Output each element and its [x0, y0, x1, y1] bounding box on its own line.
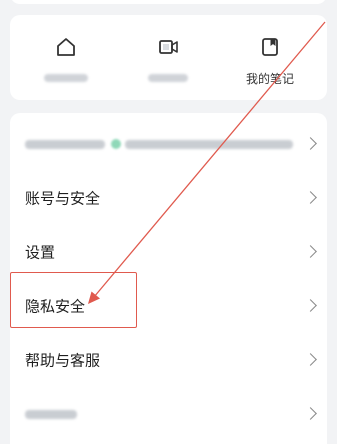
menu-row-help-support[interactable]: 帮助与客服 — [10, 333, 327, 387]
home-icon — [57, 38, 75, 56]
menu-row-label: 帮助与客服 — [25, 351, 101, 370]
blurred-label — [44, 74, 88, 82]
chevron-right-icon — [304, 245, 317, 258]
blurred-subtext — [125, 140, 293, 149]
menu-row-blurred-bottom[interactable] — [10, 387, 327, 441]
status-dot-icon — [111, 139, 121, 149]
menu-row-blurred-top[interactable] — [10, 117, 327, 171]
video-icon — [159, 40, 178, 54]
chevron-right-icon — [304, 407, 317, 420]
shortcut-home[interactable] — [16, 36, 116, 96]
blurred-label — [148, 74, 188, 82]
shortcut-notes[interactable]: 我的笔记 — [220, 36, 320, 96]
annotation-highlight-box — [10, 272, 137, 328]
shortcut-notes-label: 我的笔记 — [245, 72, 294, 86]
menu-row-account-security[interactable]: 账号与安全 — [10, 171, 327, 225]
menu-row-label: 账号与安全 — [25, 189, 101, 208]
menu-row-settings[interactable]: 设置 — [10, 225, 327, 279]
previous-card-edge — [10, 0, 327, 4]
chevron-right-icon — [304, 299, 317, 312]
note-icon — [262, 38, 278, 56]
blurred-label — [25, 140, 105, 149]
chevron-right-icon — [304, 191, 317, 204]
chevron-right-icon — [304, 137, 317, 150]
chevron-right-icon — [304, 353, 317, 366]
blurred-label — [25, 410, 77, 419]
shortcut-card: 我的笔记 — [10, 15, 327, 100]
shortcut-video[interactable] — [118, 36, 218, 96]
menu-row-label: 设置 — [25, 243, 56, 262]
